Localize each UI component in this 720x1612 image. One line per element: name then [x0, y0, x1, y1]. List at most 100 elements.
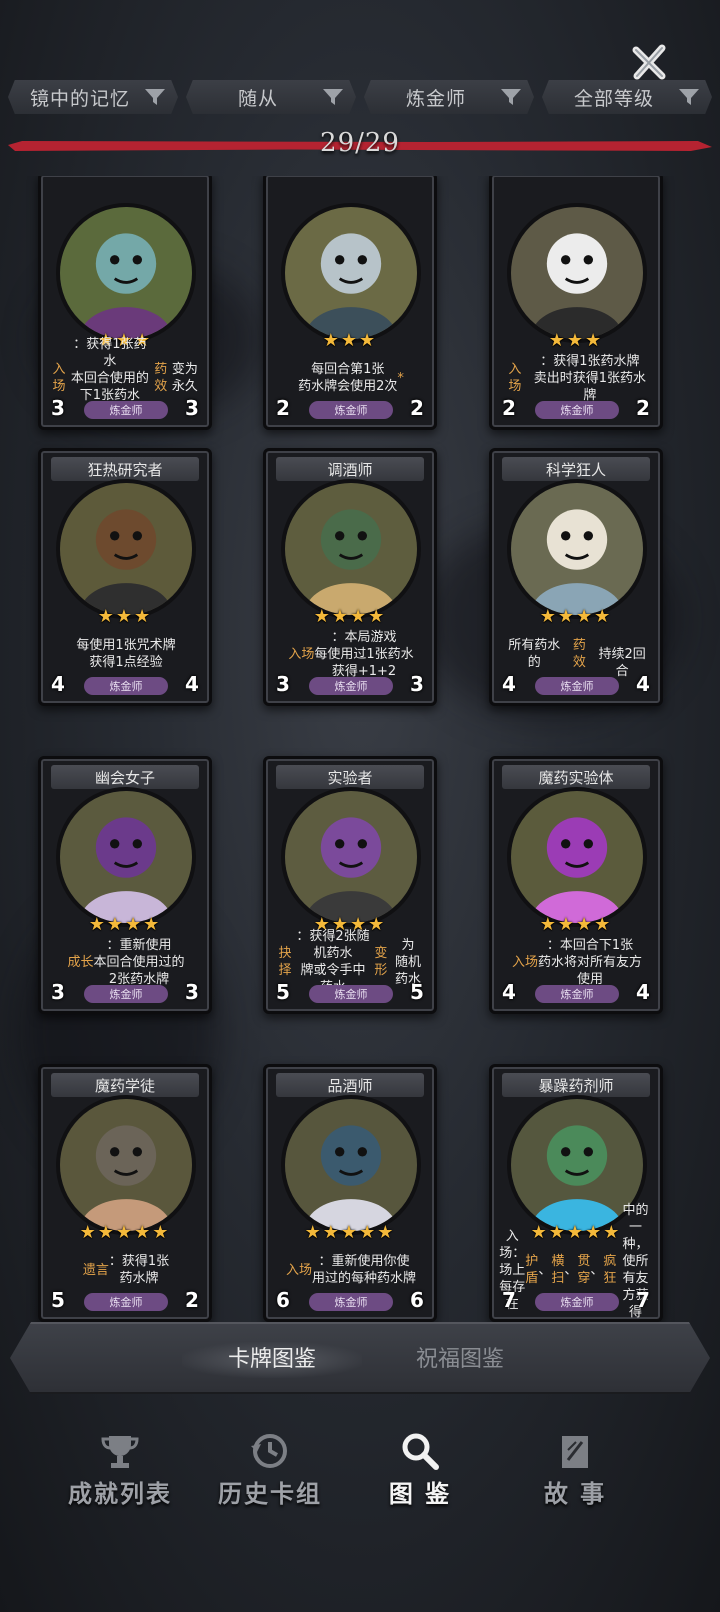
card-health: 3	[402, 669, 432, 699]
card-stars: ★★★★	[88, 914, 162, 935]
card-health: 6	[402, 1285, 432, 1315]
card-portrait	[281, 787, 421, 927]
card-portrait	[56, 479, 196, 619]
nav-label: 成就列表	[68, 1479, 172, 1508]
nav-label: 历史卡组	[218, 1479, 322, 1508]
card-class-label: 炼金师	[535, 677, 619, 695]
card-name: 魔药实验体	[538, 768, 614, 787]
filter-level[interactable]: 全部等级	[542, 80, 712, 114]
card-name-banner: 魔药实验体	[502, 765, 650, 789]
card-attack: 5	[43, 1285, 73, 1315]
nav-collection[interactable]: 图 鉴	[340, 1420, 500, 1530]
tab-card-collection[interactable]: 卡牌图鉴	[182, 1342, 362, 1378]
health-value: 3	[185, 980, 199, 1004]
funnel-icon	[679, 89, 699, 105]
card-stars: ★★★★	[539, 914, 613, 935]
minion-card[interactable]: 魔药学徒 ★★★★★ 遗言 ：获得1张 药水牌 炼金师 5 2	[38, 1064, 212, 1322]
card-name: 科学狂人	[545, 460, 606, 479]
minion-card[interactable]: 魔药实验体 ★★★★ 入场 ：本回合下1张 药水将对所有友方 使用 炼金师 4 4	[489, 756, 663, 1014]
funnel-icon	[323, 89, 343, 105]
card-attack: 2	[494, 393, 524, 423]
minion-card[interactable]: 品酒师 ★★★★★ 入场 ：重新使用你使 用过的每种药水牌 炼金师 6 6	[263, 1064, 437, 1322]
health-value: 2	[636, 396, 650, 420]
funnel-icon	[145, 89, 165, 105]
magnifier-icon	[402, 1433, 439, 1470]
card-name: 狂热研究者	[87, 460, 163, 479]
health-value: 6	[410, 1288, 424, 1312]
card-class-label: 炼金师	[84, 401, 168, 419]
card-name: 暴躁药剂师	[538, 1076, 614, 1095]
card-name: 品酒师	[327, 1076, 373, 1095]
card-name: 实验者	[327, 768, 373, 787]
card-attack: 2	[268, 393, 298, 423]
filter-type[interactable]: 随从	[186, 80, 356, 114]
progress-count: 29/29	[320, 128, 400, 158]
card-name-banner: 科学狂人	[502, 457, 650, 481]
card-name-banner: 调酒师	[276, 457, 424, 481]
minion-card[interactable]: 狂热研究者 ★★★ 每使用1张咒术牌 获得1点经验 炼金师 4 4	[38, 448, 212, 706]
nav-achievements[interactable]: 成就列表	[40, 1420, 200, 1530]
attack-value: 2	[276, 396, 290, 420]
attack-value: 3	[51, 396, 65, 420]
card-list[interactable]: ★★★ 入场：获得1张药水本回合使用的下1张药水的药效变为永久 炼金师 3 3 …	[0, 176, 720, 1332]
close-icon	[632, 44, 666, 80]
filter-class[interactable]: 炼金师	[364, 80, 534, 114]
filter-label: 镜中的记忆	[29, 87, 130, 110]
card-attack: 4	[43, 669, 73, 699]
health-value: 2	[185, 1288, 199, 1312]
filter-label: 炼金师	[405, 87, 466, 110]
minion-card[interactable]: 调酒师 ★★★★ 入场 ：本局游戏 每使用过1张药水 获得+1+2 炼金师 3 3	[263, 448, 437, 706]
minion-card[interactable]: 暴躁药剂师 ★★★★★ 入场：场上每存在 护盾、横扫、贯穿、疯狂 中的一 种，使所有友…	[489, 1064, 663, 1332]
minion-card[interactable]: ★★★ 入场：获得1张药水本回合使用的下1张药水的药效变为永久 炼金师 3 3	[38, 176, 212, 430]
card-portrait	[281, 203, 421, 343]
tab-blessing-collection[interactable]: 祝福图鉴	[390, 1342, 530, 1378]
card-stars: ★★★★	[313, 606, 387, 627]
card-stars: ★★★	[97, 606, 153, 627]
card-name-banner: 实验者	[276, 765, 424, 789]
card-health: 3	[177, 977, 207, 1007]
card-attack: 4	[494, 977, 524, 1007]
collection-tabs: 卡牌图鉴 祝福图鉴	[10, 1322, 710, 1394]
card-attack: 5	[268, 977, 298, 1007]
card-portrait	[56, 203, 196, 343]
minion-card[interactable]: ★★★ 每回合第1张 药水牌会使用2次 * 炼金师 2 2	[263, 176, 437, 430]
health-value: 4	[185, 672, 199, 696]
card-name-banner: 暴躁药剂师	[502, 1073, 650, 1097]
filter-memory[interactable]: 镜中的记忆	[8, 80, 178, 114]
attack-value: 6	[276, 1288, 290, 1312]
card-stars: ★★★★★	[304, 1222, 396, 1243]
card-stars: ★★★	[322, 330, 378, 351]
card-name-banner: 狂热研究者	[51, 457, 199, 481]
filter-label: 全部等级	[573, 87, 654, 110]
minion-card[interactable]: 实验者 ★★★★ 抉择：获得2张随机药水牌或令手中药水变形为随机药水 炼金师 5…	[263, 756, 437, 1014]
card-portrait	[507, 203, 647, 343]
card-health: 2	[177, 1285, 207, 1315]
card-class-label: 炼金师	[535, 1293, 619, 1311]
attack-value: 2	[502, 396, 516, 420]
card-name: 魔药学徒	[94, 1076, 155, 1095]
minion-card[interactable]: 幽会女子 ★★★★ 成长 ：重新使用 本回合使用过的 2张药水牌 炼金师 3 3	[38, 756, 212, 1014]
trophy-icon	[101, 1436, 139, 1468]
attack-value: 4	[502, 980, 516, 1004]
nav-history-decks[interactable]: 历史卡组	[190, 1420, 350, 1530]
filter-bar: 镜中的记忆 随从 炼金师 全部等级	[8, 80, 712, 114]
history-icon	[251, 1434, 287, 1468]
funnel-icon	[501, 89, 521, 105]
card-portrait	[507, 479, 647, 619]
card-class-label: 炼金师	[84, 985, 168, 1003]
minion-card[interactable]: ★★★ 入场 ：获得1张药水牌 卖出时获得1张药水牌 炼金师 2 2	[489, 176, 663, 430]
card-health: 7	[628, 1285, 658, 1315]
card-health: 4	[628, 977, 658, 1007]
card-health: 4	[628, 669, 658, 699]
close-button[interactable]	[628, 40, 672, 84]
nav-story[interactable]: 故 事	[495, 1420, 655, 1530]
health-value: 2	[410, 396, 424, 420]
card-name-banner: 幽会女子	[51, 765, 199, 789]
attack-value: 4	[51, 672, 65, 696]
card-class-label: 炼金师	[309, 1293, 393, 1311]
card-health: 3	[177, 393, 207, 423]
health-value: 3	[410, 672, 424, 696]
minion-card[interactable]: 科学狂人 ★★★★ 所有药水的 药效 持续2回合 炼金师 4 4	[489, 448, 663, 706]
bottom-nav: 成就列表 历史卡组 图 鉴 故 事	[0, 1420, 720, 1540]
card-health: 2	[402, 393, 432, 423]
